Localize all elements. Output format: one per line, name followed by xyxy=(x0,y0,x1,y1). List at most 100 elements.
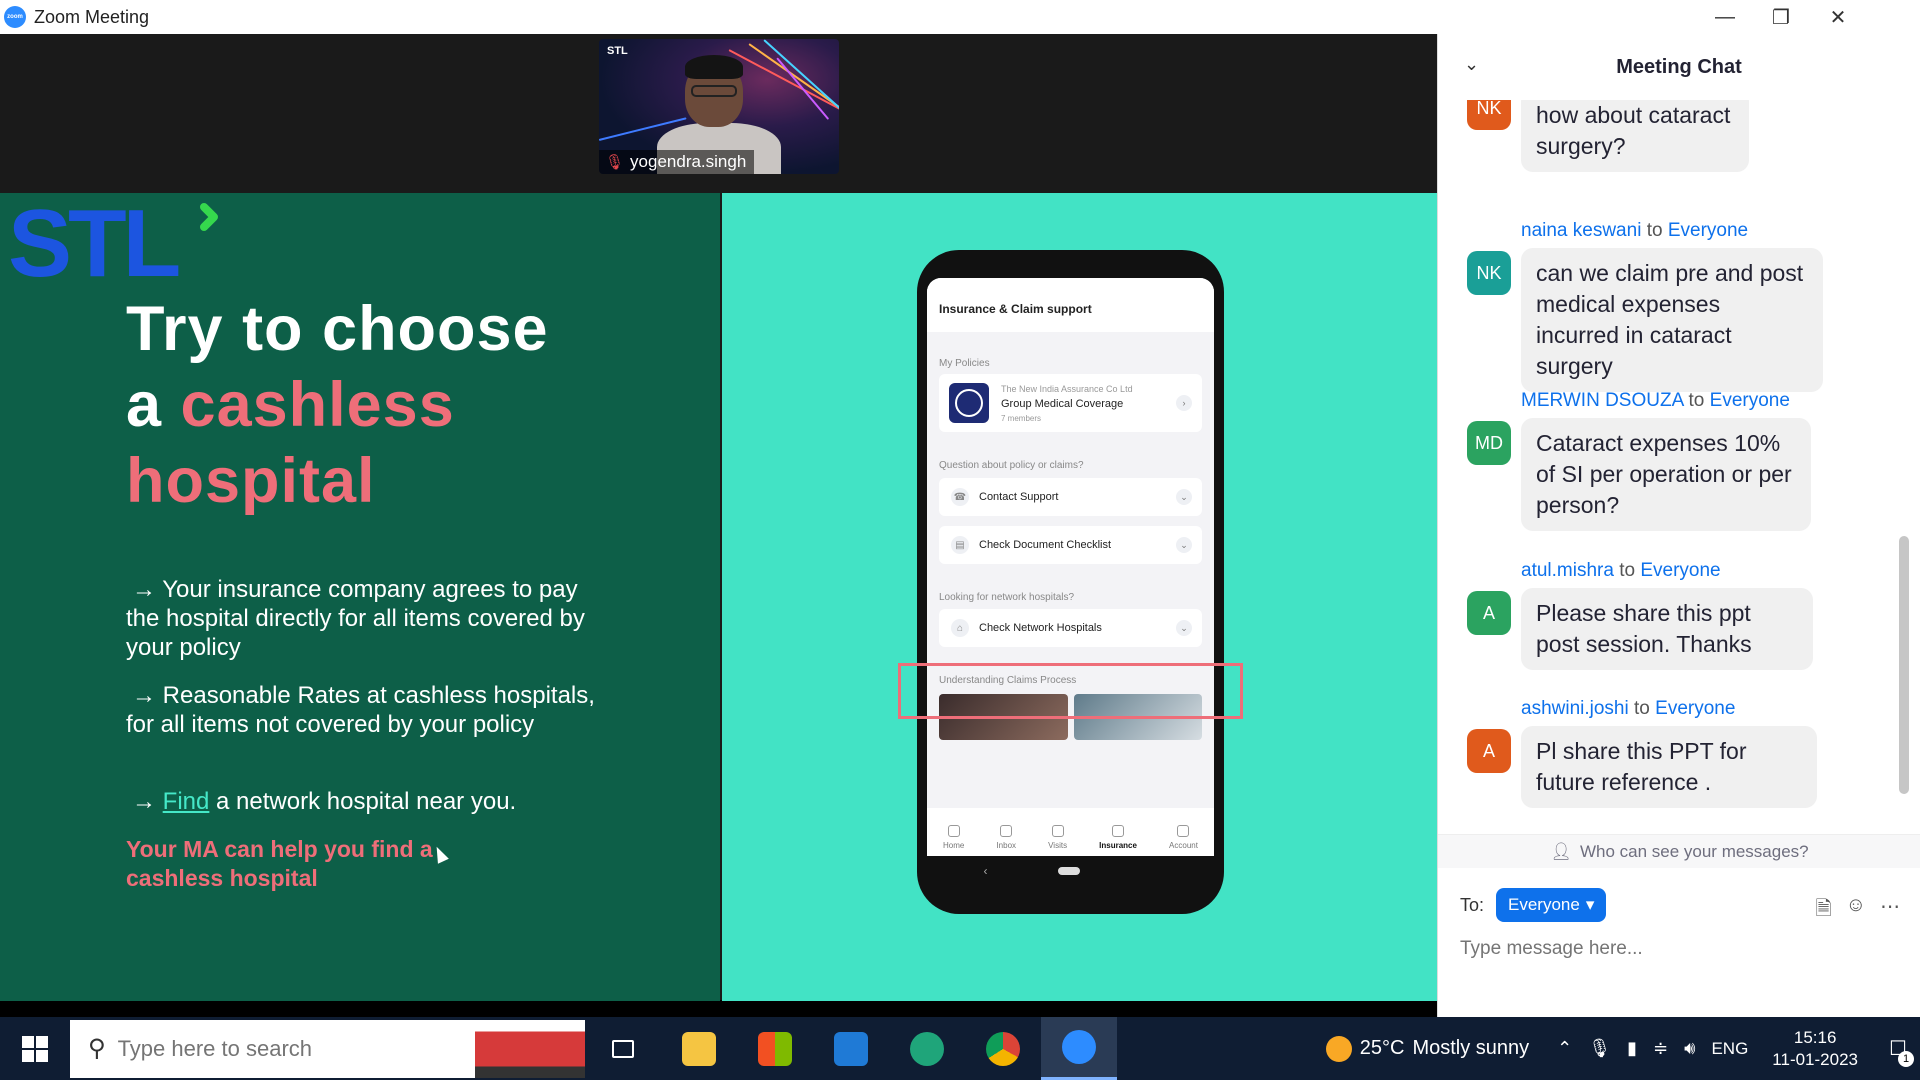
policy-card: The New India Assurance Co Ltd Group Med… xyxy=(939,374,1202,432)
clock-date: 11-01-2023 xyxy=(1772,1049,1858,1069)
arrow-icon: → xyxy=(132,682,156,709)
meeting-chat-panel: ⌄ Meeting Chat NK how about cataract sur… xyxy=(1437,34,1920,1017)
battery-icon[interactable]: ▮ xyxy=(1627,1038,1637,1059)
notification-badge: 1 xyxy=(1898,1050,1914,1067)
message-input[interactable] xyxy=(1460,932,1900,966)
message-bubble: Please share this ppt post session. Than… xyxy=(1521,588,1813,670)
hospital-icon: ⌂ xyxy=(951,619,969,637)
headline-line1: Try to choose xyxy=(126,294,549,364)
find-link[interactable]: Find xyxy=(163,788,210,815)
sender-name[interactable]: ashwini.joshi xyxy=(1521,698,1629,719)
policy-name: Group Medical Coverage xyxy=(1001,397,1124,410)
clock[interactable]: 15:16 11-01-2023 xyxy=(1772,1027,1858,1071)
system-tray: 25°C Mostly sunny ⌃ 🎙︎ ▮ ≑ 🔊︎ ENG 15:16 … xyxy=(1325,1017,1920,1080)
close-icon[interactable]: ✕ xyxy=(1803,0,1873,34)
file-icon[interactable]: 🗎︎ xyxy=(1815,894,1831,928)
to-word: to xyxy=(1634,698,1650,719)
phone-mockup: Insurance & Claim support My Policies Th… xyxy=(917,250,1224,914)
document-icon: ▤ xyxy=(951,536,969,554)
bullet-find-hospital: → Find a network hospital near you. xyxy=(126,787,596,816)
avatar: A xyxy=(1467,591,1511,635)
chevron-down-icon: ⌄ xyxy=(1176,489,1192,505)
shared-screen: STL Try to choose a cashless hospital → … xyxy=(0,190,1437,1001)
bullet-text: Your insurance company agrees to pay the… xyxy=(126,576,585,661)
slide-ma-note: Your MA can help you find a cashless hos… xyxy=(126,836,433,891)
slide-headline: Try to choose a cashless hospital xyxy=(126,291,549,519)
clock-time: 15:16 xyxy=(1793,1027,1837,1047)
weather-temp: 25°C xyxy=(1359,1037,1405,1059)
chat-scrollbar[interactable] xyxy=(1899,536,1909,794)
privacy-notice[interactable]: 👤︎ Who can see your messages? xyxy=(1438,834,1920,868)
headline-word-cashless: cashless xyxy=(180,370,455,440)
search-input[interactable] xyxy=(117,1035,448,1062)
language-indicator[interactable]: ENG xyxy=(1711,1039,1748,1059)
policy-company: The New India Assurance Co Ltd xyxy=(1001,383,1133,394)
start-button[interactable] xyxy=(0,1017,70,1080)
user-lock-icon: 👤︎ xyxy=(1550,841,1572,861)
message-sender: MERWIN DSOUZA to Everyone xyxy=(1521,390,1790,412)
more-icon[interactable]: ⋯ xyxy=(1880,894,1900,928)
volume-icon[interactable]: 🔊︎ xyxy=(1684,1038,1695,1059)
notification-center-icon[interactable]: ☐ 1 xyxy=(1876,1029,1920,1069)
weather-widget[interactable]: 25°C Mostly sunny xyxy=(1325,1035,1529,1062)
chat-header: ⌄ Meeting Chat xyxy=(1438,34,1920,100)
task-view-icon[interactable] xyxy=(585,1017,661,1080)
zoom-app: zoom Zoom Meeting — ❐ ✕ STL 🎙︎ yogendra.… xyxy=(0,0,1920,1080)
avatar: MD xyxy=(1467,421,1511,465)
contact-support-label: Contact Support xyxy=(979,491,1059,503)
participant-hair xyxy=(685,55,743,79)
to-word: to xyxy=(1646,220,1663,241)
message-sender: ashwini.joshi to Everyone xyxy=(1521,698,1735,720)
zoom-logo-icon: zoom xyxy=(4,6,26,28)
arrow-icon: → xyxy=(132,788,156,815)
title-bar: zoom Zoom Meeting — ❐ ✕ xyxy=(0,0,1920,34)
participant-name-tag: 🎙︎ yogendra.singh xyxy=(599,150,755,174)
recipient-value: Everyone xyxy=(1508,895,1580,914)
section-my-policies: My Policies xyxy=(939,358,990,369)
edge-icon[interactable] xyxy=(889,1017,965,1080)
headline-line2: a cashless xyxy=(126,367,549,443)
participant-video-tile[interactable]: STL 🎙︎ yogendra.singh xyxy=(599,39,839,174)
section-question: Question about policy or claims? xyxy=(939,460,1084,471)
section-network: Looking for network hospitals? xyxy=(939,592,1075,603)
chat-messages: NK how about cataract surgery? naina kes… xyxy=(1438,100,1904,834)
mic-muted-icon: 🎙︎ xyxy=(605,154,625,171)
bullet-text: Reasonable Rates at cashless hospitals, … xyxy=(126,682,595,738)
nav-visits: Visits xyxy=(1048,825,1067,850)
chevron-down-icon: ▾ xyxy=(1585,895,1595,914)
sender-name[interactable]: atul.mishra xyxy=(1521,560,1614,581)
store-icon[interactable] xyxy=(737,1017,813,1080)
search-icon: ⚲ xyxy=(88,1035,106,1062)
emoji-icon[interactable]: ☺ xyxy=(1846,894,1866,928)
policy-members: 7 members xyxy=(1001,413,1042,423)
windows-logo-icon xyxy=(22,1035,48,1062)
weather-sun-icon xyxy=(1325,1035,1352,1062)
slide-left-panel: STL Try to choose a cashless hospital → … xyxy=(0,190,720,1001)
svg-text:STL: STL xyxy=(8,201,179,283)
nav-account: Account xyxy=(1169,825,1198,850)
chevron-down-icon: ⌄ xyxy=(1176,620,1192,636)
message-bubble: Pl share this PPT for future reference . xyxy=(1521,726,1817,808)
to-word: to xyxy=(1688,390,1705,411)
wifi-icon[interactable]: ≑ xyxy=(1653,1038,1668,1059)
microphone-icon[interactable]: 🎙︎ xyxy=(1588,1038,1611,1059)
sender-name[interactable]: MERWIN DSOUZA xyxy=(1521,390,1683,411)
nav-inbox: Inbox xyxy=(996,825,1016,850)
sender-name[interactable]: naina keswani xyxy=(1521,220,1641,241)
chevron-up-icon[interactable]: ⌃ xyxy=(1557,1038,1572,1059)
taskbar-search[interactable]: ⚲ xyxy=(70,1019,585,1078)
collapse-chevron-icon[interactable]: ⌄ xyxy=(1464,54,1479,75)
message-sender: atul.mishra to Everyone xyxy=(1521,560,1721,582)
recipient-dropdown[interactable]: Everyone ▾ xyxy=(1496,888,1607,922)
tile-brand-label: STL xyxy=(607,45,628,57)
recipient-name: Everyone xyxy=(1667,220,1749,241)
file-explorer-icon[interactable] xyxy=(661,1017,737,1080)
mail-icon[interactable] xyxy=(813,1017,889,1080)
recipient-name: Everyone xyxy=(1655,698,1736,719)
window-title: Zoom Meeting xyxy=(34,6,150,27)
windows-taskbar: ⚲ 25°C Mostly sunny ⌃ 🎙︎ ▮ ≑ 🔊︎ ENG 15:1… xyxy=(0,1017,1920,1080)
zoom-taskbar-icon[interactable] xyxy=(1041,1017,1117,1080)
search-highlight-image xyxy=(475,1019,585,1078)
back-icon: ‹ xyxy=(983,864,988,878)
chrome-icon[interactable] xyxy=(965,1017,1041,1080)
